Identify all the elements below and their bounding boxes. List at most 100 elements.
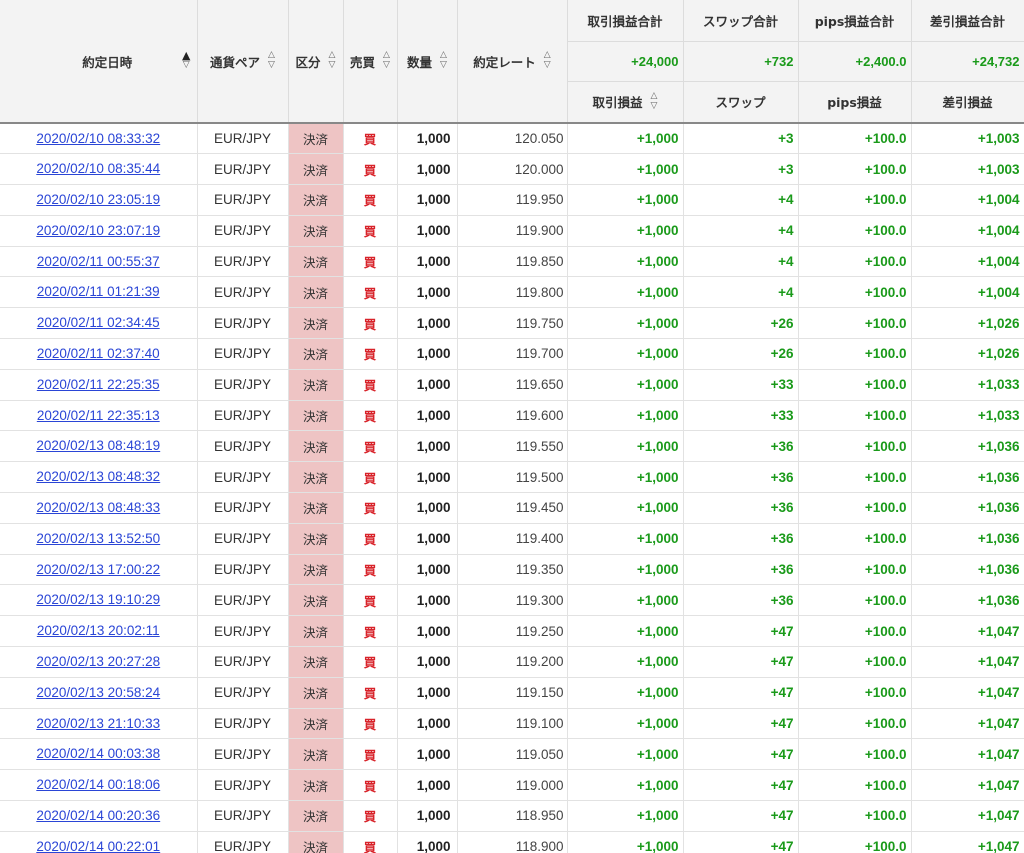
execution-rate-cell: 119.500 [457,461,568,494]
trade-pl-cell: +1,000 [567,307,684,340]
trade-history-table-container: 約定日時 ▲ ▽ 通貨ペア △ ▽ 区分 △ ▽ 売買 △ ▽ 数量 △ ▽ 約… [0,0,1024,853]
table-row: 2020/02/11 02:37:40 EUR/JPY 決済買 1,000 119.70… [0,338,1024,370]
quantity-cell: 1,000 [397,769,458,802]
trade-datetime-link[interactable]: 2020/02/11 22:25:35 [37,377,160,392]
net-pl-cell: +1,003 [911,153,1024,186]
trade-pl-cell: +1,000 [567,123,684,155]
execution-rate-cell: 120.000 [457,153,568,186]
trade-datetime-link[interactable]: 2020/02/10 08:35:44 [36,161,160,176]
kubun-cell: 決済 [288,677,344,709]
trade-datetime-link[interactable]: 2020/02/13 20:58:24 [36,685,160,700]
col-header-rate[interactable]: 約定レート △ ▽ [457,0,568,124]
quantity-cell: 1,000 [397,584,458,617]
sort-icon[interactable]: △ ▽ [544,51,551,71]
sort-icon[interactable]: △ ▽ [329,51,336,71]
col-header-pl-total: 取引損益合計 [567,0,684,42]
trade-datetime-link[interactable]: 2020/02/10 08:33:32 [36,131,160,146]
currency-pair-cell: EUR/JPY [197,677,289,709]
currency-pair-cell: EUR/JPY [197,369,289,401]
pips-pl-cell: +100.0 [798,276,912,309]
currency-pair-cell: EUR/JPY [197,276,289,309]
buy-sell-cell: 買 [343,184,398,216]
kubun-cell: 決済 [288,153,344,186]
col-header-side-label: 売買 [350,54,376,70]
currency-pair-cell: EUR/JPY [197,831,289,853]
col-header-date[interactable]: 約定日時 ▲ ▽ [0,0,198,124]
trade-datetime-link[interactable]: 2020/02/13 13:52:50 [36,531,160,546]
trade-datetime-link[interactable]: 2020/02/10 23:05:19 [36,192,160,207]
trade-datetime-link[interactable]: 2020/02/14 00:03:38 [36,746,160,761]
quantity-cell: 1,000 [397,738,458,771]
execution-rate-cell: 119.750 [457,307,568,340]
trade-datetime-link[interactable]: 2020/02/14 00:20:36 [36,808,160,823]
sort-icon[interactable]: ▲ ▽ [182,50,190,71]
trade-datetime-link[interactable]: 2020/02/13 20:02:11 [37,623,160,638]
trade-datetime-link[interactable]: 2020/02/10 23:07:19 [36,223,160,238]
trade-datetime-link[interactable]: 2020/02/13 08:48:32 [36,469,160,484]
table-row: 2020/02/11 22:25:35 EUR/JPY 決済買 1,000 119.65… [0,369,1024,401]
trade-datetime-link[interactable]: 2020/02/11 02:34:45 [37,315,160,330]
net-pl-cell: +1,047 [911,738,1024,771]
trade-datetime-link[interactable]: 2020/02/11 01:21:39 [37,284,160,299]
col-header-kubun[interactable]: 区分 △ ▽ [288,0,344,124]
trade-datetime-link[interactable]: 2020/02/13 17:00:22 [36,562,160,577]
pips-pl-cell: +100.0 [798,400,912,432]
date-cell: 2020/02/13 20:58:24 [0,677,198,709]
swap-cell: +47 [683,738,799,771]
table-row: 2020/02/10 08:35:44 EUR/JPY 決済買 1,000 120.00… [0,153,1024,186]
trade-datetime-link[interactable]: 2020/02/13 19:10:29 [36,592,160,607]
currency-pair-cell: EUR/JPY [197,461,289,494]
sort-icon[interactable]: △ ▽ [651,91,658,112]
execution-rate-cell: 119.800 [457,276,568,309]
col-header-pl[interactable]: 取引損益 △ ▽ [567,81,684,124]
sort-icon[interactable]: △ ▽ [383,51,390,71]
trade-datetime-link[interactable]: 2020/02/11 02:37:40 [37,346,160,361]
date-cell: 2020/02/14 00:03:38 [0,738,198,771]
trade-datetime-link[interactable]: 2020/02/11 22:35:13 [37,408,160,423]
currency-pair-cell: EUR/JPY [197,708,289,740]
pips-pl-cell: +100.0 [798,677,912,709]
net-pl-cell: +1,047 [911,708,1024,740]
execution-rate-cell: 119.550 [457,430,568,463]
quantity-cell: 1,000 [397,800,458,832]
pips-pl-cell: +100.0 [798,523,912,555]
currency-pair-cell: EUR/JPY [197,123,289,155]
trade-datetime-link[interactable]: 2020/02/13 21:10:33 [36,716,160,731]
trade-datetime-link[interactable]: 2020/02/13 08:48:19 [36,438,160,453]
sort-desc-icon: ▽ [543,60,551,70]
net-pl-cell: +1,036 [911,523,1024,555]
table-row: 2020/02/11 01:21:39 EUR/JPY 決済買 1,000 119.80… [0,276,1024,309]
execution-rate-cell: 119.100 [457,708,568,740]
col-header-qty[interactable]: 数量 △ ▽ [397,0,458,124]
kubun-cell: 決済 [288,246,344,278]
table-row: 2020/02/10 08:33:32 EUR/JPY 決済買 1,000 120.05… [0,123,1024,155]
currency-pair-cell: EUR/JPY [197,400,289,432]
trade-datetime-link[interactable]: 2020/02/14 00:18:06 [36,777,160,792]
col-header-pair[interactable]: 通貨ペア △ ▽ [197,0,289,124]
quantity-cell: 1,000 [397,369,458,401]
swap-cell: +36 [683,584,799,617]
trade-datetime-link[interactable]: 2020/02/11 00:55:37 [37,254,160,269]
swap-cell: +4 [683,184,799,216]
sort-icon[interactable]: △ ▽ [440,51,447,71]
table-row: 2020/02/10 23:07:19 EUR/JPY 決済買 1,000 119.90… [0,215,1024,247]
buy-sell-cell: 買 [343,123,398,155]
trade-datetime-link[interactable]: 2020/02/13 08:48:33 [36,500,160,515]
sort-icon[interactable]: △ ▽ [268,51,275,71]
trade-datetime-link[interactable]: 2020/02/13 20:27:28 [36,654,160,669]
total-pips-value: +2,400.0 [798,41,912,82]
buy-sell-cell: 買 [343,615,398,648]
quantity-cell: 1,000 [397,708,458,740]
kubun-cell: 決済 [288,800,344,832]
kubun-cell: 決済 [288,523,344,555]
table-row: 2020/02/13 20:02:11 EUR/JPY 決済買 1,000 119.25… [0,615,1024,648]
pips-pl-cell: +100.0 [798,584,912,617]
buy-sell-cell: 買 [343,646,398,678]
col-header-side[interactable]: 売買 △ ▽ [343,0,398,124]
execution-rate-cell: 119.050 [457,738,568,771]
col-header-kubun-label: 区分 [295,54,321,70]
trade-datetime-link[interactable]: 2020/02/14 00:22:01 [36,839,160,853]
kubun-cell: 決済 [288,708,344,740]
net-pl-cell: +1,003 [911,123,1024,155]
kubun-cell: 決済 [288,584,344,617]
